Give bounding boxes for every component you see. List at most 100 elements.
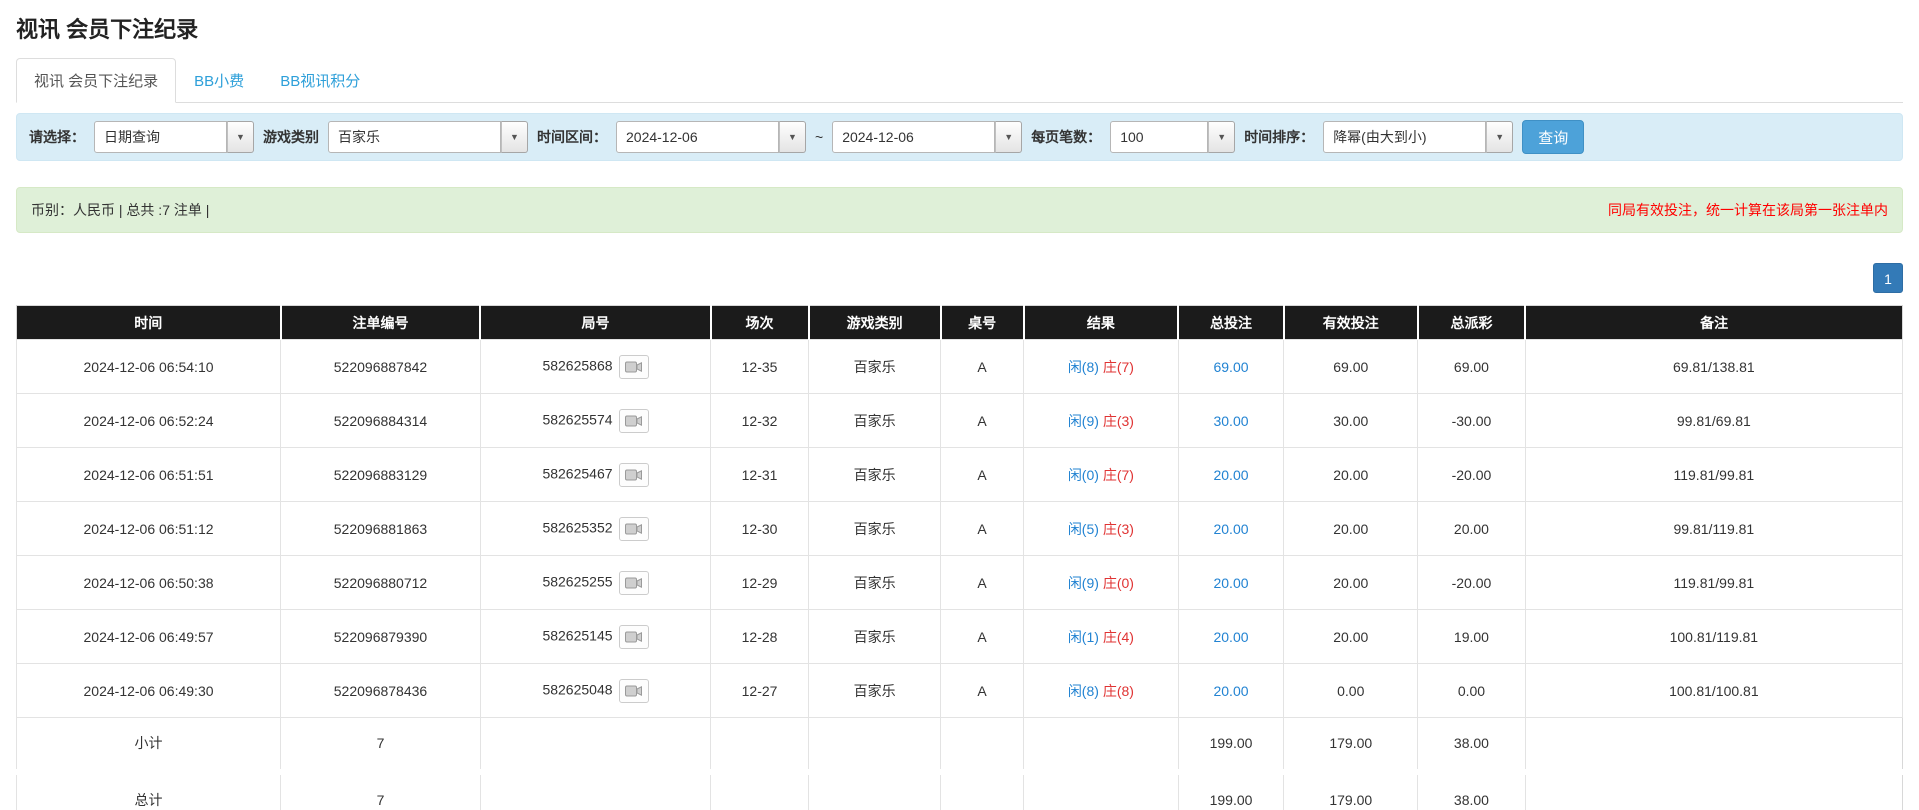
cell-payout: 0.00 <box>1418 664 1526 718</box>
cell-bet-id: 522096880712 <box>281 556 481 610</box>
table-row: 2024-12-06 06:50:38 522096880712 5826252… <box>17 556 1903 610</box>
cell-payout: 69.00 <box>1418 340 1526 394</box>
total-bet-link[interactable]: 20.00 <box>1213 683 1248 699</box>
chevron-down-icon[interactable]: ▼ <box>1486 121 1513 153</box>
cell-remark: 119.81/99.81 <box>1525 448 1902 502</box>
total-bet-link[interactable]: 30.00 <box>1213 413 1248 429</box>
round-id: 582625255 <box>542 573 612 589</box>
video-replay-button[interactable] <box>619 625 649 649</box>
result-banker: 庄(4) <box>1103 629 1134 645</box>
date-from-input[interactable] <box>616 121 779 153</box>
cell-table-no: A <box>941 394 1024 448</box>
page-number-button[interactable]: 1 <box>1873 263 1903 293</box>
page-size-label: 每页笔数： <box>1031 127 1101 147</box>
total-count: 7 <box>281 772 481 810</box>
cell-game-type: 百家乐 <box>809 610 941 664</box>
chevron-down-icon[interactable]: ▼ <box>501 121 528 153</box>
cell-game-type: 百家乐 <box>809 664 941 718</box>
cell-result: 闲(1) 庄(4) <box>1024 610 1179 664</box>
total-bet-link[interactable]: 20.00 <box>1213 467 1248 483</box>
table-row: 2024-12-06 06:54:10 522096887842 5826258… <box>17 340 1903 394</box>
bet-records-table: 时间 注单编号 局号 场次 游戏类别 桌号 结果 总投注 有效投注 总派彩 备注… <box>16 305 1903 810</box>
video-replay-button[interactable] <box>619 409 649 433</box>
currency-total-text: 币别：人民币 | 总共 :7 注单 | <box>31 200 209 220</box>
total-bet-link[interactable]: 20.00 <box>1213 521 1248 537</box>
result-banker: 庄(3) <box>1103 521 1134 537</box>
cell-time: 2024-12-06 06:51:12 <box>17 502 281 556</box>
video-replay-button[interactable] <box>619 517 649 541</box>
cell-table-no: A <box>941 610 1024 664</box>
cell-result: 闲(5) 庄(3) <box>1024 502 1179 556</box>
cell-time: 2024-12-06 06:51:51 <box>17 448 281 502</box>
tab-video-bet-records[interactable]: 视讯 会员下注纪录 <box>16 58 176 103</box>
cell-bet-id: 522096881863 <box>281 502 481 556</box>
date-to-input[interactable] <box>832 121 995 153</box>
result-player: 闲(8) <box>1068 359 1099 375</box>
cell-time: 2024-12-06 06:54:10 <box>17 340 281 394</box>
header-session: 场次 <box>711 306 809 340</box>
cell-valid-bet: 20.00 <box>1284 556 1418 610</box>
select-type-label: 请选择： <box>29 127 85 147</box>
chevron-down-icon[interactable]: ▼ <box>1208 121 1235 153</box>
header-time: 时间 <box>17 306 281 340</box>
game-type-input[interactable] <box>328 121 501 153</box>
cell-remark: 69.81/138.81 <box>1525 340 1902 394</box>
cell-round-id: 582625868 <box>480 340 710 394</box>
cell-total-bet: 20.00 <box>1178 610 1284 664</box>
filter-bar: 请选择： ▼ 游戏类别 ▼ 时间区间： ▼ ~ ▼ 每页笔数： ▼ 时间排序： … <box>16 113 1903 161</box>
cell-remark: 119.81/99.81 <box>1525 556 1902 610</box>
search-button[interactable]: 查询 <box>1522 120 1584 154</box>
cell-total-bet: 20.00 <box>1178 664 1284 718</box>
cell-round-id: 582625467 <box>480 448 710 502</box>
total-bet-link[interactable]: 69.00 <box>1213 359 1248 375</box>
tab-bb-tips[interactable]: BB小费 <box>176 58 262 103</box>
video-icon <box>625 684 642 698</box>
chevron-down-icon[interactable]: ▼ <box>227 121 254 153</box>
video-icon <box>625 630 642 644</box>
game-type-label: 游戏类别 <box>263 127 319 147</box>
cell-valid-bet: 30.00 <box>1284 394 1418 448</box>
header-valid-bet: 有效投注 <box>1284 306 1418 340</box>
sort-order-input[interactable] <box>1323 121 1486 153</box>
cell-valid-bet: 69.00 <box>1284 340 1418 394</box>
cell-result: 闲(8) 庄(8) <box>1024 664 1179 718</box>
query-type-input[interactable] <box>94 121 227 153</box>
total-bet-link[interactable]: 20.00 <box>1213 629 1248 645</box>
cell-result: 闲(9) 庄(3) <box>1024 394 1179 448</box>
header-result: 结果 <box>1024 306 1179 340</box>
summary-bar: 币别：人民币 | 总共 :7 注单 | 同局有效投注，统一计算在该局第一张注单内 <box>16 187 1903 233</box>
cell-total-bet: 30.00 <box>1178 394 1284 448</box>
video-replay-button[interactable] <box>619 679 649 703</box>
tab-bb-video-points[interactable]: BB视讯积分 <box>262 58 378 103</box>
subtotal-count: 7 <box>281 718 481 772</box>
cell-total-bet: 20.00 <box>1178 556 1284 610</box>
result-banker: 庄(7) <box>1103 467 1134 483</box>
cell-session: 12-29 <box>711 556 809 610</box>
cell-payout: -20.00 <box>1418 448 1526 502</box>
subtotal-valid-bet: 179.00 <box>1284 718 1418 772</box>
video-replay-button[interactable] <box>619 571 649 595</box>
cell-bet-id: 522096883129 <box>281 448 481 502</box>
cell-table-no: A <box>941 448 1024 502</box>
chevron-down-icon[interactable]: ▼ <box>995 121 1022 153</box>
video-icon <box>625 522 642 536</box>
round-id: 582625352 <box>542 519 612 535</box>
cell-bet-id: 522096879390 <box>281 610 481 664</box>
result-banker: 庄(7) <box>1103 359 1134 375</box>
cell-session: 12-31 <box>711 448 809 502</box>
cell-time: 2024-12-06 06:52:24 <box>17 394 281 448</box>
round-id: 582625868 <box>542 357 612 373</box>
chevron-down-icon[interactable]: ▼ <box>779 121 806 153</box>
video-replay-button[interactable] <box>619 463 649 487</box>
subtotal-row: 小计 7 199.00 179.00 38.00 <box>17 718 1903 772</box>
round-id: 582625145 <box>542 627 612 643</box>
cell-payout: -20.00 <box>1418 556 1526 610</box>
cell-round-id: 582625352 <box>480 502 710 556</box>
cell-round-id: 582625574 <box>480 394 710 448</box>
cell-payout: 19.00 <box>1418 610 1526 664</box>
page-size-input[interactable] <box>1110 121 1208 153</box>
header-table-no: 桌号 <box>941 306 1024 340</box>
video-replay-button[interactable] <box>619 355 649 379</box>
cell-game-type: 百家乐 <box>809 394 941 448</box>
total-bet-link[interactable]: 20.00 <box>1213 575 1248 591</box>
